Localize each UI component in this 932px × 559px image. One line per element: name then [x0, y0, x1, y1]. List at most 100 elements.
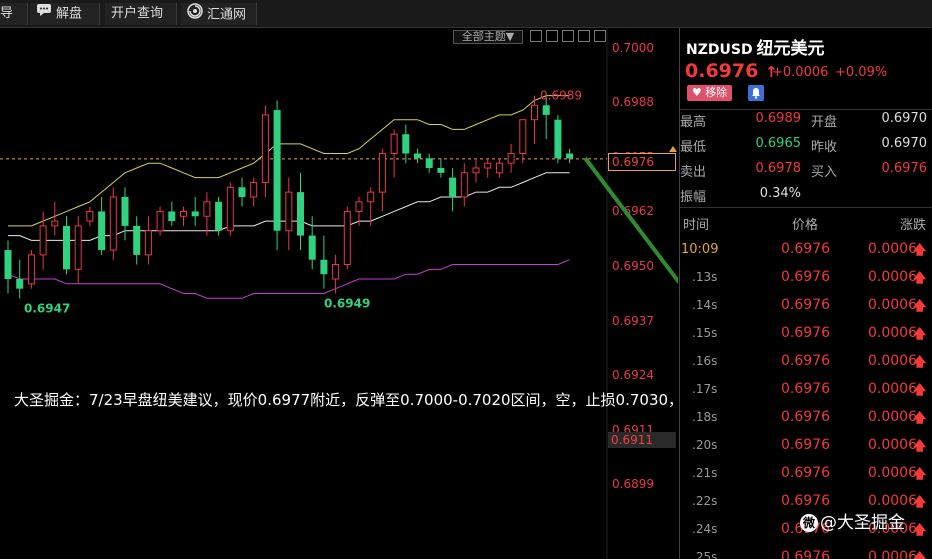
- candle-body: [320, 259, 328, 275]
- tick-price: 0.6976: [781, 353, 830, 369]
- maximize-icon[interactable]: [594, 30, 606, 42]
- candle-body: [332, 264, 340, 280]
- candle-body: [180, 210, 187, 217]
- candle-body: [308, 235, 316, 260]
- price-axis-label: 0.6950: [612, 259, 654, 273]
- tick-time: 10:09: [681, 242, 719, 257]
- bell-icon: [752, 88, 760, 99]
- alert-bell-button[interactable]: [748, 85, 764, 101]
- low-label: 最低: [680, 140, 707, 155]
- candle-body: [39, 225, 47, 256]
- up-arrow-icon: 🡅: [913, 439, 927, 454]
- low-value: 0.6965: [755, 136, 802, 151]
- tick-change: 0.0006: [868, 269, 917, 285]
- tick-time: .14s: [692, 298, 718, 312]
- tick-change: 0.0006: [868, 353, 917, 369]
- lower-band-line: [7, 259, 570, 299]
- candle-body: [519, 119, 527, 155]
- move-icon[interactable]: [530, 30, 542, 42]
- tick-price: 0.6976: [781, 409, 830, 425]
- price-axis-label: 0.6899: [612, 477, 654, 491]
- theme-dropdown[interactable]: 全部主题▼: [453, 30, 523, 44]
- last-price-value: 0.6976: [685, 60, 759, 82]
- candle-body: [191, 211, 199, 217]
- candle-body: [437, 167, 445, 173]
- tick-change: 0.0006: [868, 493, 917, 509]
- low-marker-label: 0.6949: [324, 297, 370, 311]
- price-axis-label: 0.6924: [612, 368, 654, 382]
- ask-label: 卖出: [680, 165, 707, 180]
- tick-time: .24s: [692, 522, 718, 536]
- chat-icon: [36, 3, 52, 25]
- tick-time: .18s: [692, 410, 718, 424]
- candle-body: [215, 201, 223, 231]
- tick-change: 0.0006: [868, 465, 917, 481]
- weibo-icon: 微: [800, 514, 818, 532]
- tick-row: .16s 0.6976 0.0006 🡅: [680, 348, 932, 376]
- toolbar-item-label: 汇通网: [207, 7, 247, 23]
- tick-change: 0.0006: [868, 381, 917, 397]
- up-arrow-icon: 🡅: [913, 383, 927, 398]
- tick-row: .13s 0.6976 0.0006 🡅: [680, 264, 932, 292]
- kline-chart-svg[interactable]: 0.70000.69880.69750.69620.69500.69370.69…: [0, 28, 678, 559]
- candle-body: [414, 153, 421, 159]
- zoom-out-icon[interactable]: [562, 30, 574, 42]
- remove-watchlist-button[interactable]: ♥ 移除: [687, 85, 732, 101]
- tick-price: 0.6976: [781, 493, 830, 509]
- tick-time: .13s: [692, 270, 718, 284]
- col-header-change: 涨跌: [900, 218, 927, 233]
- zoom-in-icon[interactable]: [546, 30, 558, 42]
- price-change: +0.0006: [772, 65, 829, 80]
- kline-chart[interactable]: 0.70000.69880.69750.69620.69500.69370.69…: [0, 28, 678, 559]
- up-arrow-icon: 🡅: [913, 327, 927, 342]
- candle-body: [261, 114, 269, 183]
- ask-value: 0.6978: [755, 161, 802, 176]
- tick-change: 0.0006: [868, 549, 917, 559]
- tick-price: 0.6976: [781, 269, 830, 285]
- tick-price: 0.6976: [781, 325, 830, 341]
- bid-value: 0.6976: [881, 161, 928, 176]
- tick-price: 0.6976: [781, 381, 830, 397]
- toolbar-item-label: 导: [0, 6, 14, 21]
- tick-row: .14s 0.6976 0.0006 🡅: [680, 292, 932, 320]
- candle-body: [98, 211, 106, 251]
- candle-body: [402, 134, 410, 154]
- candle-body: [460, 172, 468, 198]
- reset-icon[interactable]: [578, 30, 590, 42]
- up-arrow-icon: 🡅: [913, 243, 927, 258]
- current-price-tag: 0.6976: [608, 153, 676, 171]
- tick-change: 0.0006: [868, 297, 917, 313]
- tick-change: 0.0006: [868, 409, 917, 425]
- toolbar-item-partial[interactable]: 导: [0, 3, 28, 25]
- candle-body: [495, 162, 503, 174]
- swirl-logo-icon: [187, 3, 203, 27]
- candle-body: [168, 211, 176, 222]
- candle-body: [121, 196, 129, 226]
- toolbar-item-fx678[interactable]: 汇通网: [181, 3, 257, 25]
- candle-body: [285, 191, 293, 232]
- tick-time: .17s: [692, 382, 718, 396]
- col-header-price: 价格: [792, 218, 819, 233]
- cursor-price-tag: 0.6911: [608, 432, 676, 448]
- amplitude-label: 振幅: [680, 190, 707, 205]
- last-price: 0.6976 ↑: [685, 60, 778, 82]
- candle-body: [273, 110, 281, 231]
- low-marker-label: 0.6947: [24, 301, 70, 315]
- tick-row: .20s 0.6976 0.0006 🡅: [680, 432, 932, 460]
- tick-change: 0.0006: [868, 241, 917, 257]
- quote-panel: NZDUSD 纽元美元 0.6976 ↑ +0.0006 +0.09% ♥ 移除 …: [679, 28, 932, 559]
- tick-price: 0.6976: [781, 465, 830, 481]
- tick-time: .15s: [692, 326, 718, 340]
- tick-row: .18s 0.6976 0.0006 🡅: [680, 404, 932, 432]
- col-header-time: 时间: [683, 218, 710, 233]
- candle-body: [238, 187, 246, 197]
- tick-change: 0.0006: [868, 437, 917, 453]
- candle-body: [355, 201, 363, 212]
- candle-body: [449, 177, 457, 197]
- candle-body: [16, 279, 24, 289]
- toolbar-item-jiepan[interactable]: 解盘: [30, 3, 100, 25]
- tick-time: .16s: [692, 354, 718, 368]
- toolbar-item-account-query[interactable]: 开户查询: [105, 3, 177, 25]
- toolbar-item-label: 开户查询: [111, 6, 164, 21]
- candle-body: [343, 210, 351, 266]
